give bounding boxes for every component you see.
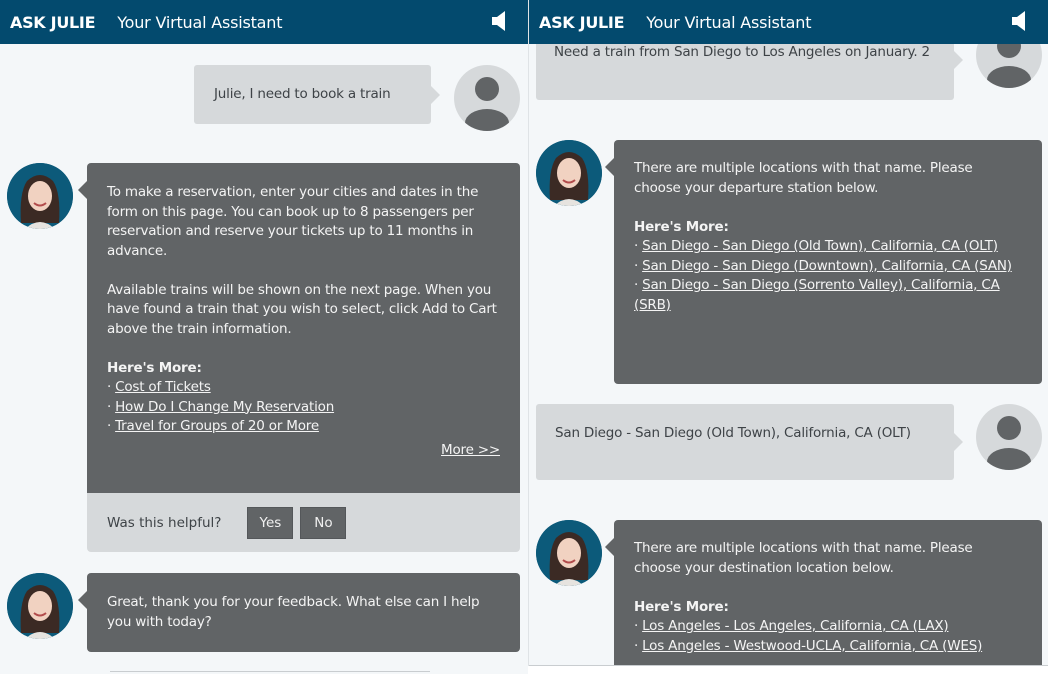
divider [110,671,430,672]
more-link[interactable]: More >> [441,441,500,461]
link-station-srb[interactable]: San Diego - San Diego (Sorrento Valley),… [634,277,1000,313]
heres-more-label: Here's More: [107,359,202,376]
link-station-olt[interactable]: San Diego - San Diego (Old Town), Califo… [642,238,998,254]
bot-message-paragraph: Available trains will be shown on the ne… [107,281,497,337]
feedback-bar: Was this helpful? Yes No [87,493,520,552]
bot-avatar [7,163,73,229]
user-message: San Diego - San Diego (Old Town), Califo… [536,404,963,480]
bot-message: There are multiple locations with that n… [605,140,1042,384]
divider [529,665,1048,666]
user-silhouette-icon [465,77,509,131]
user-message-text: Julie, I need to book a train [214,86,391,102]
bot-avatar [7,573,73,639]
no-button[interactable]: No [300,506,347,539]
user-avatar [454,65,520,131]
user-message-text: San Diego - San Diego (Old Town), Califo… [555,425,911,441]
user-avatar [976,404,1042,470]
speaker-icon[interactable] [492,11,506,31]
header-subtitle: Your Virtual Assistant [646,12,812,32]
julie-portrait-icon [7,163,73,229]
chat-panel-right: ASK JULIE Your Virtual Assistant Need a … [528,0,1048,666]
brand-title: ASK JULIE [539,12,625,32]
link-cost-of-tickets[interactable]: Cost of Tickets [115,379,211,395]
julie-portrait-icon [536,520,602,586]
link-station-san[interactable]: San Diego - San Diego (Downtown), Califo… [642,258,1012,274]
bot-message-text: There are multiple locations with that n… [634,160,973,196]
heres-more-label: Here's More: [634,598,729,615]
brand-title: ASK JULIE [10,12,96,32]
header-subtitle: Your Virtual Assistant [117,12,283,32]
chat-header: ASK JULIE Your Virtual Assistant [0,0,528,44]
user-message: Julie, I need to book a train [194,65,440,124]
chat-header: ASK JULIE Your Virtual Assistant [529,0,1048,44]
bot-message: Great, thank you for your feedback. What… [78,573,520,652]
user-silhouette-icon [987,416,1031,470]
bot-message-paragraph: To make a reservation, enter your cities… [107,184,479,259]
link-station-wes[interactable]: Los Angeles - Westwood-UCLA, California,… [642,638,982,654]
julie-portrait-icon [7,573,73,639]
yes-button[interactable]: Yes [247,506,294,539]
julie-portrait-icon [536,140,602,206]
bot-avatar [536,140,602,206]
bot-message-text: There are multiple locations with that n… [634,540,973,576]
link-station-lax[interactable]: Los Angeles - Los Angeles, California, C… [642,618,949,634]
link-group-travel[interactable]: Travel for Groups of 20 or More [115,418,319,434]
bot-avatar [536,520,602,586]
user-message-text: Need a train from San Diego to Los Angel… [554,44,930,60]
speaker-icon[interactable] [1012,11,1026,31]
feedback-question: Was this helpful? [107,514,222,531]
bot-message-text: Great, thank you for your feedback. What… [107,594,480,630]
bot-message: To make a reservation, enter your cities… [78,163,520,493]
link-change-reservation[interactable]: How Do I Change My Reservation [115,399,334,415]
bot-message: There are multiple locations with that n… [605,520,1042,666]
chat-panel-left: ASK JULIE Your Virtual Assistant Julie, … [0,0,528,674]
heres-more-label: Here's More: [634,218,729,235]
